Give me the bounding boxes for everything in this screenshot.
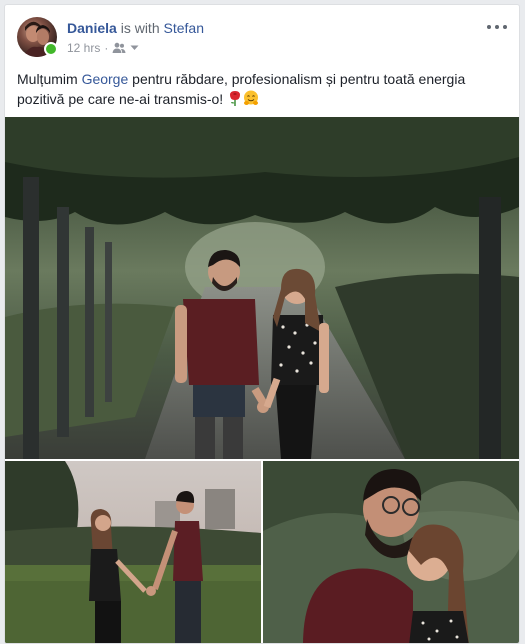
post-header: Daniela is with Stefan 12 hrs · [17, 17, 507, 61]
photo-couple-hugging[interactable] [263, 461, 519, 643]
more-dot [503, 25, 507, 29]
tagged-person-link[interactable]: Stefan [164, 20, 204, 36]
caption-text: Mulțumim [17, 71, 82, 87]
mention-link[interactable]: George [82, 71, 129, 87]
more-dot [487, 25, 491, 29]
author-name-link[interactable]: Daniela [67, 20, 117, 36]
separator-dot: · [104, 41, 109, 55]
online-status-dot [44, 42, 58, 56]
chevron-down-icon[interactable] [130, 45, 139, 51]
post-meta: Daniela is with Stefan 12 hrs · [67, 19, 204, 56]
more-dot [495, 25, 499, 29]
with-text: is with [120, 20, 160, 36]
rose-emoji [227, 90, 243, 111]
author-line: Daniela is with Stefan [67, 19, 204, 37]
photo-couple-walking-under-pergola[interactable] [5, 117, 519, 459]
friends-icon[interactable] [112, 42, 126, 54]
photo-couple-holding-hands-in-park[interactable] [5, 461, 261, 643]
hugging-face-emoji [243, 90, 259, 111]
avatar[interactable] [17, 17, 58, 57]
more-options-icon[interactable] [487, 21, 507, 33]
post-caption: Mulțumim George pentru răbdare, profesio… [17, 69, 487, 111]
post-timestamp[interactable]: 12 hrs [67, 40, 100, 56]
timestamp-line: 12 hrs · [67, 40, 204, 56]
feed-post: Daniela is with Stefan 12 hrs · Mulțumim… [4, 4, 520, 644]
